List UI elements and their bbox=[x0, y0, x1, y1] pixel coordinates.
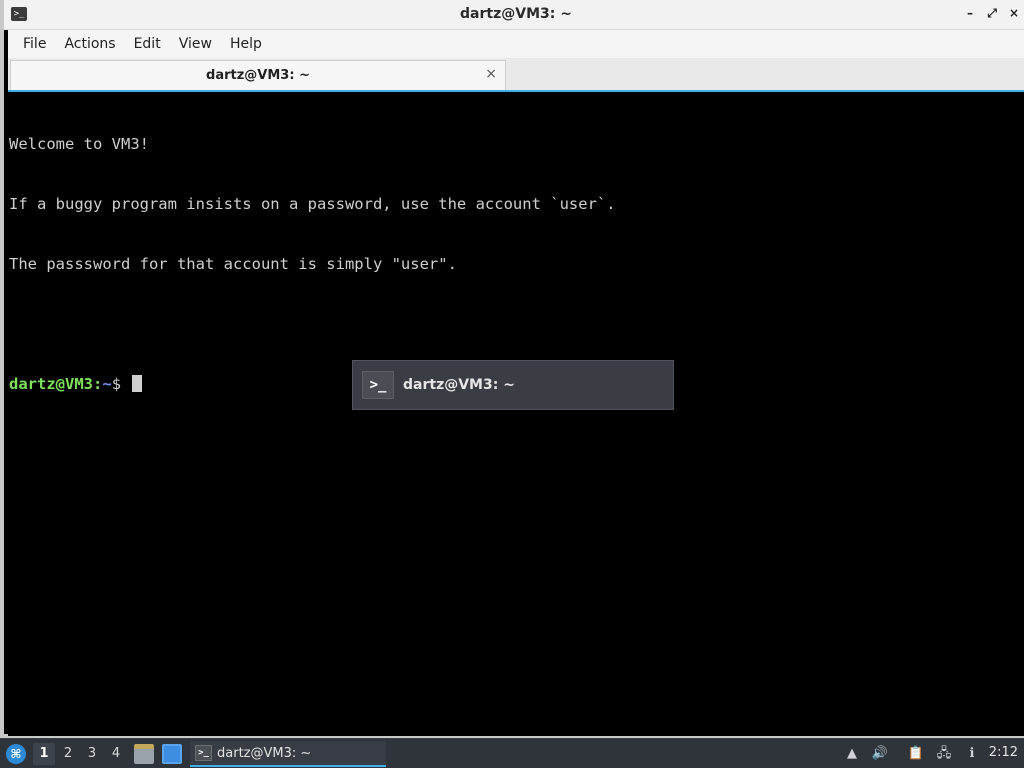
menu-actions[interactable]: Actions bbox=[55, 30, 124, 58]
start-menu-icon[interactable]: ⌘ bbox=[6, 744, 26, 764]
show-desktop-icon[interactable] bbox=[162, 744, 182, 764]
switcher-label: dartz@VM3: ~ bbox=[403, 377, 515, 393]
taskbar: ⌘ 1 2 3 4 >_ dartz@VM3: ~ ▲ 🔊 📋 🖧 ℹ 2:12 bbox=[0, 738, 1024, 768]
tab-close-icon[interactable]: × bbox=[485, 66, 497, 82]
task-label: dartz@VM3: ~ bbox=[217, 746, 312, 761]
terminal-icon: >_ bbox=[362, 371, 394, 399]
desktop-2-button[interactable]: 2 bbox=[57, 743, 79, 765]
tab-terminal[interactable]: dartz@VM3: ~ × bbox=[10, 60, 506, 90]
terminal-icon: >_ bbox=[195, 745, 212, 761]
clock[interactable]: 2:12 bbox=[989, 745, 1018, 760]
minimize-button[interactable]: – bbox=[964, 6, 976, 20]
maximize-button[interactable]: ⤢ bbox=[986, 6, 998, 20]
prompt-user: dartz@VM3 bbox=[9, 375, 93, 393]
tab-strip: dartz@VM3: ~ × bbox=[8, 58, 1024, 92]
desktop-1-button[interactable]: 1 bbox=[33, 743, 55, 765]
menu-edit[interactable]: Edit bbox=[125, 30, 170, 58]
prompt-symbol: $ bbox=[111, 375, 131, 393]
terminal-line: Welcome to VM3! bbox=[9, 135, 149, 153]
clipboard-icon[interactable]: 📋 bbox=[906, 744, 926, 764]
desktop-3-button[interactable]: 3 bbox=[81, 743, 103, 765]
text-cursor bbox=[132, 375, 143, 392]
notification-icon[interactable]: ℹ bbox=[962, 744, 982, 764]
close-button[interactable]: × bbox=[1008, 6, 1020, 20]
terminal-line: The passsword for that account is simply… bbox=[9, 255, 457, 273]
prompt-separator: : bbox=[93, 375, 103, 393]
network-icon[interactable]: 🖧 bbox=[934, 744, 954, 764]
menu-view[interactable]: View bbox=[170, 30, 221, 58]
prompt-path: ~ bbox=[102, 375, 112, 393]
tab-label: dartz@VM3: ~ bbox=[206, 68, 310, 83]
volume-icon[interactable]: 🔊 bbox=[870, 744, 890, 764]
terminal-line: If a buggy program insists on a password… bbox=[9, 195, 616, 213]
window-title: dartz@VM3: ~ bbox=[460, 6, 572, 22]
terminal-output[interactable]: Welcome to VM3! If a buggy program insis… bbox=[8, 92, 1024, 736]
window-switcher-popup[interactable]: >_ dartz@VM3: ~ bbox=[352, 360, 674, 410]
menu-file[interactable]: File bbox=[14, 30, 55, 58]
menu-bar: File Actions Edit View Help bbox=[8, 30, 1024, 58]
desktop-4-button[interactable]: 4 bbox=[105, 743, 127, 765]
file-manager-icon[interactable] bbox=[134, 744, 154, 764]
taskbar-task-terminal[interactable]: >_ dartz@VM3: ~ bbox=[190, 741, 386, 767]
tray-up-arrow-icon[interactable]: ▲ bbox=[842, 744, 862, 764]
title-bar[interactable]: >_ dartz@VM3: ~ – ⤢ × bbox=[4, 0, 1024, 30]
menu-help[interactable]: Help bbox=[221, 30, 271, 58]
